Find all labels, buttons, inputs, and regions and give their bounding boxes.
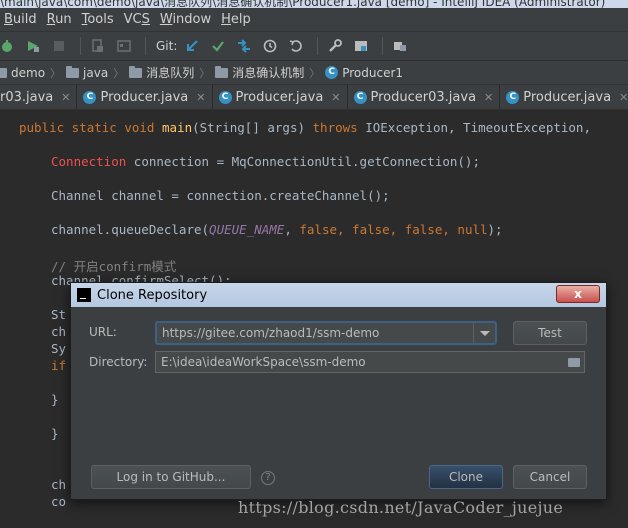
clone-button[interactable]: Clone — [429, 465, 503, 489]
toolbar-separator — [317, 37, 319, 55]
vcs-update-icon[interactable] — [181, 35, 203, 57]
intellij-logo-icon — [77, 288, 91, 302]
toolbar-separator — [80, 37, 81, 55]
editor-tab[interactable]: C Producer03.java ✕ — [348, 85, 501, 109]
menu-window[interactable]: Window — [156, 12, 215, 27]
class-icon: C — [353, 91, 367, 104]
code-line: channel.queueDeclare(QUEUE_NAME, false, … — [51, 222, 503, 237]
close-tab-icon[interactable]: ✕ — [619, 91, 628, 104]
breadcrumb-item[interactable]: java — [66, 65, 108, 80]
close-tab-icon[interactable]: ✕ — [331, 91, 340, 104]
project-structure-icon[interactable] — [113, 35, 135, 57]
breadcrumb-item[interactable]: 消息队列 — [129, 64, 194, 81]
menu-vcs[interactable]: VCS — [120, 12, 154, 27]
close-tab-icon[interactable]: ✕ — [196, 91, 205, 104]
stop-icon[interactable] — [48, 35, 70, 57]
editor-tabs: r03.java ✕ C Producer.java ✕ C Producer.java… — [0, 85, 628, 110]
menu-help[interactable]: Help — [217, 12, 255, 27]
breadcrumb-item[interactable]: demo — [0, 66, 45, 80]
project-structure-icon[interactable] — [350, 35, 372, 57]
cancel-button[interactable]: Cancel — [513, 465, 587, 489]
compare-icon[interactable] — [233, 35, 255, 57]
window-title-bar: \main\java\com\demo\java\消息队列\消息确认机制\Pro… — [0, 0, 628, 8]
test-button[interactable]: Test — [513, 321, 587, 345]
close-button[interactable]: x — [556, 285, 600, 303]
browse-folder-icon[interactable] — [564, 352, 584, 372]
history-icon[interactable] — [259, 35, 281, 57]
navigation-breadcrumb: demo 〉 java 〉 消息队列 〉 消息确认机制 〉 C Producer1 — [0, 61, 628, 85]
menu-bar: Build Run Tools VCS Window Help — [0, 8, 628, 32]
directory-input[interactable]: E:\idea\ideaWorkSpace\ssm-demo — [156, 355, 564, 369]
revert-icon[interactable] — [285, 35, 307, 57]
breadcrumb-separator: 〉 — [199, 66, 211, 80]
menu-tools[interactable]: Tools — [78, 12, 118, 27]
help-icon[interactable]: ? — [261, 471, 275, 485]
git-label: Git: — [156, 39, 178, 53]
breadcrumb-item[interactable]: 消息确认机制 — [215, 64, 304, 81]
editor-tab[interactable]: C Producer.java ✕ — [77, 85, 213, 109]
toolbar-separator — [145, 37, 146, 55]
code-line: } — [51, 392, 59, 407]
directory-field[interactable]: E:\idea\ideaWorkSpace\ssm-demo — [155, 351, 585, 373]
code-line: Sy — [51, 341, 67, 356]
close-tab-icon[interactable]: ✕ — [484, 91, 493, 104]
editor-tab[interactable]: C Producer.java ✕ — [500, 85, 628, 109]
dialog-body: URL: https://gitee.com/zhaod1/ssm-demo T… — [71, 307, 606, 499]
folder-icon — [66, 65, 80, 78]
menu-run[interactable]: Run — [43, 12, 76, 27]
code-line: if — [51, 358, 67, 373]
breadcrumb-separator: 〉 — [113, 66, 125, 80]
code-line: ch — [51, 324, 67, 339]
dialog-title: Clone Repository — [97, 287, 208, 303]
class-icon: C — [218, 91, 232, 104]
coverage-icon[interactable] — [22, 35, 44, 57]
url-combobox[interactable]: https://gitee.com/zhaod1/ssm-demo — [155, 321, 497, 345]
close-icon: x — [574, 287, 582, 301]
toolbar-separator — [382, 37, 384, 55]
breadcrumb-separator: 〉 — [309, 66, 321, 80]
folder-icon — [0, 67, 7, 78]
breadcrumb-separator: 〉 — [50, 66, 62, 80]
class-icon: C — [83, 91, 97, 104]
directory-label: Directory: — [89, 355, 148, 369]
folder-icon — [215, 65, 229, 78]
main-toolbar: Git: — [0, 32, 628, 61]
chevron-down-icon[interactable] — [473, 323, 495, 343]
dialog-title-bar[interactable]: Clone Repository x — [71, 283, 606, 307]
editor-tab[interactable]: r03.java ✕ — [0, 85, 78, 109]
close-tab-icon[interactable]: ✕ — [61, 91, 70, 104]
vcs-commit-icon[interactable] — [207, 35, 229, 57]
clone-repository-dialog: Clone Repository x URL: https://gitee.co… — [70, 282, 607, 500]
settings-wrench-icon[interactable] — [324, 35, 346, 57]
code-line: co — [51, 494, 67, 509]
window-title: \main\java\com\demo\java\消息队列\消息确认机制\Pro… — [0, 0, 606, 8]
terminal-icon[interactable] — [389, 35, 411, 57]
code-line: Channel channel = connection.createChann… — [51, 188, 390, 203]
code-line: } — [51, 426, 59, 441]
code-line: ch — [51, 477, 67, 492]
menu-build[interactable]: Build — [0, 12, 41, 27]
url-input[interactable]: https://gitee.com/zhaod1/ssm-demo — [157, 326, 473, 340]
build-artifacts-icon[interactable] — [87, 35, 109, 57]
class-icon: C — [506, 91, 520, 104]
editor-tab[interactable]: C Producer.java ✕ — [213, 85, 348, 109]
code-line: Connection connection = MqConnectionUtil… — [51, 154, 480, 169]
breadcrumb-item[interactable]: C Producer1 — [325, 66, 403, 80]
login-github-button[interactable]: Log in to GitHub... — [91, 465, 251, 489]
debug-icon[interactable] — [0, 35, 18, 57]
class-icon: C — [325, 66, 339, 79]
folder-icon — [129, 65, 143, 78]
url-label: URL: — [89, 325, 117, 339]
code-line: public static void main(String[] args) t… — [19, 120, 591, 135]
code-line: St — [51, 307, 67, 322]
watermark-text: https://blog.csdn.net/JavaCoder_juejue — [238, 498, 564, 517]
